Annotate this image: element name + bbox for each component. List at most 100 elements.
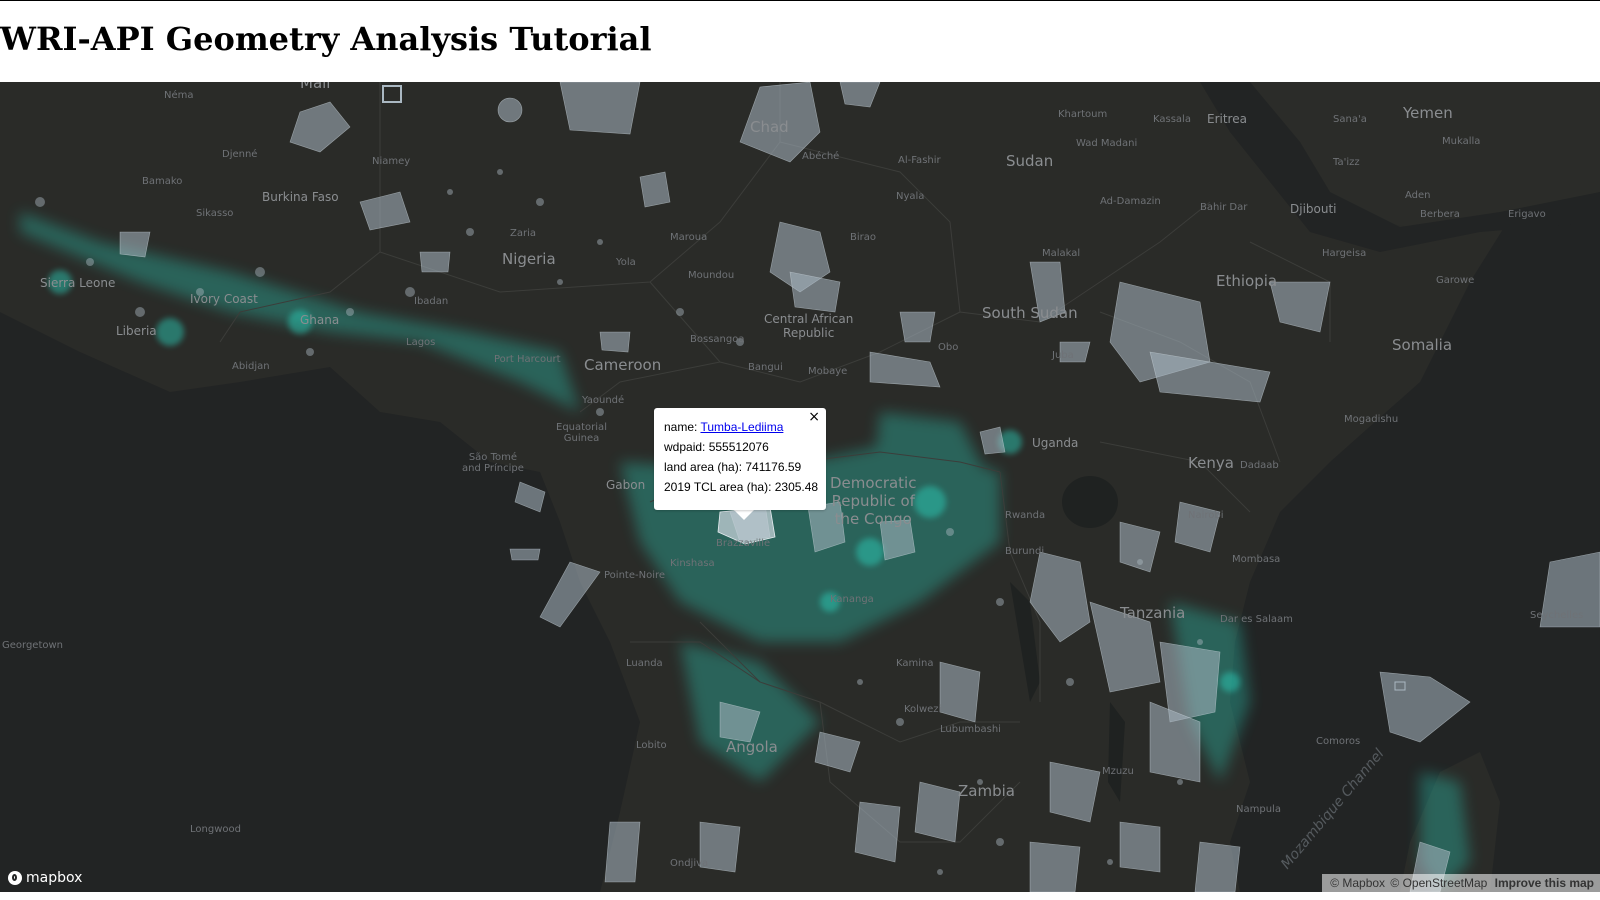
map-label-bangui: Bangui [748,362,783,373]
mapbox-logo[interactable]: mapbox [8,870,82,886]
map-label-equatorial-guinea: Equatorial Guinea [556,422,607,444]
map-label-mali: Mali [300,82,331,92]
map-label-mogadishu: Mogadishu [1344,414,1399,425]
improve-map-link[interactable]: Improve this map [1495,876,1594,890]
map-label-liberia: Liberia [116,324,157,338]
map-label-kassala: Kassala [1153,114,1191,125]
map-label-zambia: Zambia [958,782,1015,800]
map-label-dadaab: Dadaab [1240,460,1279,471]
popup-close-button[interactable]: × [808,410,820,424]
mapbox-logo-text: mapbox [26,870,83,886]
map-label-yola: Yola [616,257,636,268]
map-label-garowe: Garowe [1436,275,1475,286]
popup-name-row: name: Tumba-Lediima [664,420,783,434]
map-label-sanaa: Sana'a [1333,114,1367,125]
map-label-hargeisa: Hargeisa [1322,248,1367,259]
map-label-nema: Néma [164,90,194,101]
popup-land-area: land area (ha): 741176.59 [664,460,802,474]
map-label-malakal: Malakal [1042,248,1081,259]
map-label-lubumbashi: Lubumbashi [940,724,1001,735]
map-label-yaounde: Yaoundé [582,395,625,406]
map-label-yemen: Yemen [1403,104,1453,122]
map-label-djibouti: Djibouti [1290,202,1337,216]
page-title: WRI-API Geometry Analysis Tutorial [0,20,652,58]
map-label-moundou: Moundou [688,270,735,281]
map-label-bamako: Bamako [142,176,183,187]
feature-popup: × name: Tumba-Lediima wdpaid: 555512076 … [654,408,826,510]
map-label-abidjan: Abidjan [232,361,270,372]
map-label-seychelles: Seychelles [1530,610,1584,621]
map-label-kamina: Kamina [896,658,934,669]
map-label-djenne: Djenné [222,149,258,160]
map-label-aden: Aden [1405,190,1431,201]
map-label-bossangoa: Bossangoa [690,334,745,345]
attribution-osm-link[interactable]: © OpenStreetMap [1390,876,1487,890]
map-label-taizz: Ta'izz [1333,157,1360,168]
map-label-central-african-republic: Central African Republic [764,312,854,340]
map-label-sikasso: Sikasso [196,208,234,219]
map-label-birao: Birao [850,232,876,243]
mapbox-logo-icon [8,871,22,885]
popup-name-label: name: [664,420,701,434]
map-label-nyala: Nyala [896,191,925,202]
map-label-rwanda: Rwanda [1005,510,1046,521]
map-label-kenya: Kenya [1188,454,1234,472]
map-label-lobito: Lobito [636,740,667,751]
attribution-mapbox-link[interactable]: © Mapbox [1330,876,1385,890]
map-label-gabon: Gabon [606,478,646,492]
map-label-burkina-faso: Burkina Faso [262,190,339,204]
map-label-khartoum: Khartoum [1058,109,1108,120]
popup-wdpaid: wdpaid: 555512076 [664,440,769,454]
map-label-burundi: Burundi [1005,546,1045,557]
map-label-georgetown: Georgetown [2,640,64,651]
popup-tip [734,510,754,520]
map-label-cameroon: Cameroon [584,356,662,374]
map-label-mombasa: Mombasa [1232,554,1281,565]
map-label-eritrea: Eritrea [1207,112,1247,126]
map-label-nairobi: Nairobi [1188,510,1224,521]
map-label-abeche: Abéché [802,151,840,162]
map-label-wad-madani: Wad Madani [1076,138,1138,149]
map-label-longwood: Longwood [190,824,241,835]
map-label-bahir-dar: Bahir Dar [1200,202,1248,213]
map-label-kananga: Kananga [830,594,874,605]
map-label-tanzania: Tanzania [1120,604,1186,622]
map-label-mukalla: Mukalla [1442,136,1481,147]
map-label-brazzaville: Brazzaville [716,538,771,549]
map-label-ivory-coast: Ivory Coast [190,292,258,306]
map-label-lagos: Lagos [406,337,436,348]
map-label-obo: Obo [938,342,959,353]
map-label-nigeria: Nigeria [502,250,556,268]
map-label-ghana: Ghana [300,313,340,327]
map-label-ibadan: Ibadan [414,296,449,307]
map-label-sao-tome: São Tomé and Príncipe [462,452,524,474]
map-label-luanda: Luanda [626,658,663,669]
map-label-port-harcourt: Port Harcourt [494,354,561,365]
map-label-dar-es-salaam: Dar es Salaam [1220,614,1293,625]
map-label-ondjiva: Ondjiva [670,858,709,869]
top-border [0,0,1600,1]
map-attribution: © Mapbox © OpenStreetMap Improve this ma… [1322,874,1600,892]
popup-tcl-area: 2019 TCL area (ha): 2305.48 [664,480,819,494]
popup-name-link[interactable]: Tumba-Lediima [700,420,783,434]
map-label-erigavo: Erigavo [1508,209,1546,220]
map-label-nampula: Nampula [1236,804,1281,815]
map-label-chad: Chad [750,118,789,136]
map-label-kolwezi: Kolwezi [904,704,942,715]
lake-victoria [1062,476,1118,528]
map-label-mobaye: Mobaye [808,366,848,377]
map-label-drc: Democratic Republic of the Congo [830,474,917,528]
map-label-al-fashir: Al-Fashir [898,155,941,166]
map-label-uganda: Uganda [1032,436,1079,450]
map-label-berbera: Berbera [1420,209,1460,220]
map-label-sierra-leone: Sierra Leone [40,276,116,290]
map-label-comoros: Comoros [1316,736,1361,747]
map-label-juba: Juba [1052,350,1074,361]
map-label-zaria: Zaria [510,228,536,239]
map-label-somalia: Somalia [1392,336,1453,354]
map-label-ad-damazin: Ad-Damazin [1100,196,1161,207]
map-label-pointe-noire: Pointe-Noire [604,570,666,581]
map-label-maroua: Maroua [670,232,708,243]
map-label-angola: Angola [726,738,778,756]
map-label-kinshasa: Kinshasa [670,558,715,569]
